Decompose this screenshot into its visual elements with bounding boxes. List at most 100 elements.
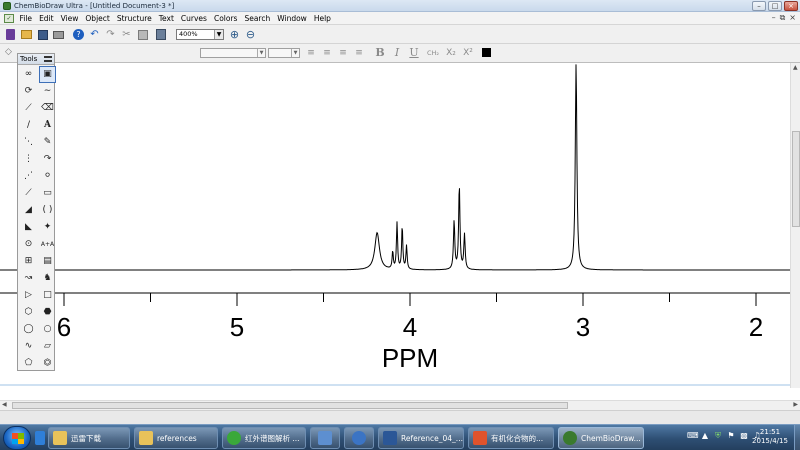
zoom-in-icon[interactable]: ⊕ [228, 28, 241, 41]
chair-tool-icon[interactable]: ∿ [20, 338, 37, 355]
hexagon-ring-tool-icon[interactable]: ⬣ [39, 304, 56, 321]
undo-icon[interactable]: ↶ [88, 28, 101, 41]
security-shield-icon[interactable]: ⛨ [713, 431, 723, 441]
scroll-left-icon[interactable]: ◀ [2, 401, 7, 409]
maximize-button[interactable]: □ [768, 1, 782, 11]
doc-close-icon[interactable]: × [789, 13, 796, 23]
cyclopentane-tool-icon[interactable]: ◯ [20, 321, 37, 338]
eraser-tool-icon[interactable]: ⌫ [39, 100, 56, 117]
save-icon[interactable] [36, 28, 49, 41]
copy-icon[interactable] [136, 28, 149, 41]
menu-file[interactable]: File [16, 13, 36, 24]
italic-button[interactable]: I [391, 47, 403, 59]
subscript-button[interactable]: X₂ [444, 47, 458, 59]
chemical-symbol-tool-icon[interactable]: ✦ [39, 219, 56, 236]
doc-restore-icon[interactable]: ⧉ [780, 13, 786, 23]
template-tool-icon[interactable]: ↝ [20, 270, 37, 287]
document-canvas[interactable]: 6 5 4 3 2 PPM [0, 63, 790, 388]
redo-icon[interactable]: ↷ [104, 28, 117, 41]
print-icon[interactable] [52, 28, 65, 41]
menu-help[interactable]: Help [310, 13, 334, 24]
spectrum-tool-icon[interactable]: ▤ [39, 253, 56, 270]
rotate-tool-icon[interactable]: ⟳ [20, 83, 37, 100]
bold-bond-tool-icon[interactable]: ⟋ [20, 185, 37, 202]
pen-tool-icon[interactable]: ✎ [39, 134, 56, 151]
show-desktop-button[interactable] [794, 425, 800, 450]
horizontal-scroll-thumb[interactable] [12, 402, 568, 409]
stamp-tool-icon[interactable]: ♞ [39, 270, 56, 287]
table-tool-icon[interactable]: ⊞ [20, 253, 37, 270]
align-right-icon[interactable]: ≡ [337, 47, 349, 59]
atom-map-tool-icon[interactable]: A+A [39, 236, 56, 253]
document-icon[interactable]: ✓ [4, 13, 14, 23]
minimize-button[interactable]: – [752, 1, 766, 11]
scroll-up-icon[interactable]: ▲ [793, 64, 798, 72]
palette-menu-icon[interactable] [44, 56, 52, 62]
align-center-icon[interactable]: ≡ [321, 47, 333, 59]
square-tool-icon[interactable]: □ [39, 287, 56, 304]
taskbar-item-organic-compounds[interactable]: 有机化合物的... [468, 427, 554, 449]
marquee-zoom-tool-icon[interactable]: ▣ [39, 66, 56, 83]
scroll-right-icon[interactable]: ▶ [793, 401, 798, 409]
benzene-tool-icon[interactable]: ⏣ [39, 355, 56, 372]
zoom-out-icon[interactable]: ⊖ [244, 28, 257, 41]
taskbar-item-ie[interactable] [34, 427, 46, 449]
justify-icon[interactable]: ≡ [353, 47, 365, 59]
orbital-tool-icon[interactable]: ⚪ [39, 168, 56, 185]
taskbar-item-reference-doc[interactable]: Reference_04_... [378, 427, 464, 449]
font-size-combo[interactable]: ▼ [268, 48, 300, 58]
tools-palette-header[interactable]: Tools [18, 54, 54, 65]
horizontal-scrollbar[interactable]: ◀ ▶ [0, 400, 800, 410]
zoom-select[interactable]: 400% ▼ [176, 29, 224, 40]
pentagon-tool-icon[interactable]: ⬠ [20, 355, 37, 372]
bracket-tool-icon[interactable]: ( ) [39, 202, 56, 219]
triangle-tool-icon[interactable]: ▷ [20, 287, 37, 304]
hexagon-tool-icon[interactable]: ⬡ [20, 304, 37, 321]
wedge-bond-tool-icon[interactable]: ◢ [20, 202, 37, 219]
open-folder-icon[interactable] [20, 28, 33, 41]
circle-tool-icon[interactable]: ○ [39, 321, 56, 338]
lasso-tool-icon[interactable]: ∞ [20, 66, 37, 83]
hashed-wedge-tool-icon[interactable]: ⋰ [20, 168, 37, 185]
align-left-icon[interactable]: ≡ [305, 47, 317, 59]
vertical-scrollbar[interactable]: ▲ [790, 63, 800, 388]
cut-icon[interactable]: ✂ [120, 28, 133, 41]
clock[interactable]: 21:51 2015/4/15 [748, 428, 792, 446]
arrow-tool-icon[interactable]: ↷ [39, 151, 56, 168]
vertical-scroll-thumb[interactable] [792, 131, 800, 227]
taskbar-item-window[interactable] [310, 427, 340, 449]
menu-view[interactable]: View [57, 13, 82, 24]
menu-text[interactable]: Text [155, 13, 177, 24]
underline-button[interactable]: U [408, 47, 420, 59]
text-color-button[interactable] [480, 47, 492, 59]
paste-icon[interactable] [154, 28, 167, 41]
menu-window[interactable]: Window [274, 13, 311, 24]
mapping-tool-icon[interactable]: ⊙ [20, 236, 37, 253]
start-button[interactable] [3, 426, 31, 450]
keyboard-icon[interactable]: ⌨ [687, 431, 699, 441]
wedged-bond-tool-icon[interactable]: ◣ [20, 219, 37, 236]
help-icon[interactable]: ? [72, 28, 85, 41]
menu-colors[interactable]: Colors [210, 13, 241, 24]
new-document-icon[interactable] [4, 28, 17, 41]
taskbar-item-chembiodraw[interactable]: ChemBioDraw... [558, 427, 644, 449]
rectangle-tool-icon[interactable]: ▭ [39, 185, 56, 202]
chair2-tool-icon[interactable]: ▱ [39, 338, 56, 355]
palette-grip-icon[interactable]: ◇ [5, 47, 15, 57]
text-tool-icon[interactable]: A [39, 117, 56, 134]
menu-search[interactable]: Search [241, 13, 274, 24]
menu-edit[interactable]: Edit [36, 13, 58, 24]
taskbar-item-xunlei[interactable]: 迅雷下载 [48, 427, 130, 449]
doc-minimize-icon[interactable]: – [772, 13, 776, 23]
menu-object[interactable]: Object [82, 13, 113, 24]
taskbar-item-globe[interactable] [344, 427, 374, 449]
dashed-bond-tool-icon[interactable]: ⋱ [20, 134, 37, 151]
bond-chain-tool-icon[interactable]: ∼ [39, 83, 56, 100]
formula-button[interactable]: CH₂ [425, 47, 441, 59]
font-name-combo[interactable]: ▼ [200, 48, 266, 58]
double-bond-tool-icon[interactable]: ∕ [20, 117, 37, 134]
menu-curves[interactable]: Curves [177, 13, 210, 24]
solid-bond-tool-icon[interactable]: ⟋ [20, 100, 37, 117]
bold-button[interactable]: B [374, 47, 386, 59]
flag-icon[interactable]: ⚑ [726, 431, 736, 441]
